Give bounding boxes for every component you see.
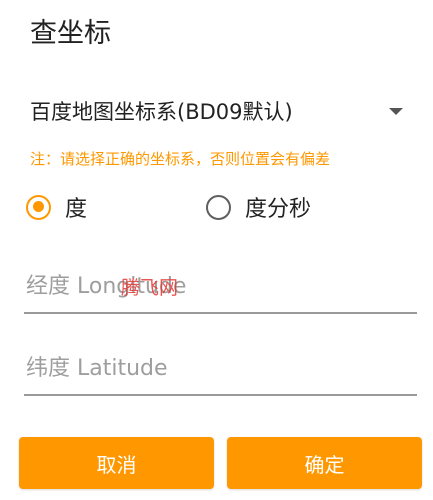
confirm-button[interactable]: 确定	[227, 437, 422, 489]
cancel-button[interactable]: 取消	[19, 437, 214, 489]
format-radio-group: 度 度分秒	[26, 189, 426, 225]
longitude-input[interactable]: 经度 Longitude	[24, 264, 417, 314]
coordinate-system-dropdown[interactable]: 百度地图坐标系(BD09默认)	[30, 92, 403, 132]
radio-degrees-label: 度	[65, 197, 88, 222]
coordinate-system-note: 注：请选择正确的坐标系，否则位置会有偏差	[30, 150, 331, 168]
watermark: 腾飞网	[121, 277, 179, 299]
radio-dms-label: 度分秒	[245, 197, 312, 222]
radio-unchecked-icon	[206, 194, 231, 220]
dialog-title: 查坐标	[30, 18, 111, 49]
radio-degrees[interactable]: 度	[26, 189, 87, 225]
radio-dms[interactable]: 度分秒	[206, 189, 311, 225]
latitude-placeholder: 纬度 Latitude	[26, 356, 168, 381]
radio-checked-icon	[26, 194, 51, 220]
latitude-input[interactable]: 纬度 Latitude	[24, 346, 417, 396]
dropdown-caret-icon	[389, 108, 403, 115]
find-coordinates-dialog: 查坐标 百度地图坐标系(BD09默认) 注：请选择正确的坐标系，否则位置会有偏差…	[0, 0, 433, 500]
coordinate-system-selected: 百度地图坐标系(BD09默认)	[30, 100, 293, 124]
